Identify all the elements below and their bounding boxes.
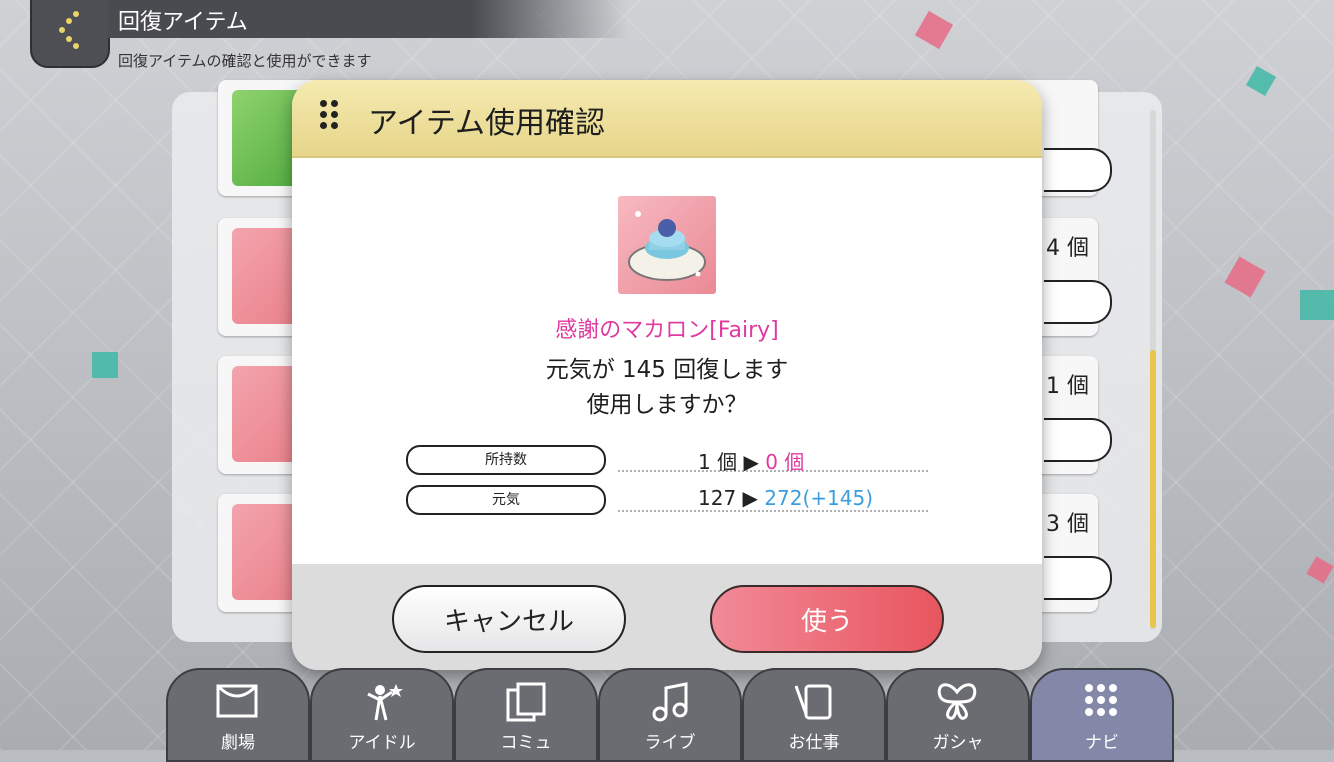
item-use-button[interactable] [1044, 418, 1112, 462]
confetti [92, 352, 118, 378]
item-count: 3 個 [1046, 512, 1089, 537]
item-use-button[interactable] [1044, 148, 1112, 192]
item-use-button[interactable] [1044, 280, 1112, 324]
nav-label: アイドル [348, 733, 416, 753]
page-subtitle: 回復アイテムの確認と使用ができます [118, 52, 372, 70]
item-count: 4 個 [1046, 236, 1089, 261]
nav-label: 劇場 [221, 733, 255, 753]
nav-tab-live[interactable]: ライブ [598, 668, 742, 762]
stat-label-stamina: 元気 [406, 485, 606, 515]
theater-icon [216, 684, 258, 718]
music-note-icon [652, 682, 688, 722]
stat-value-stamina: 127 ▶ 272(+145) [698, 486, 873, 510]
nav-label: コミュ [500, 733, 552, 753]
nav-label: ガシャ [932, 733, 984, 753]
macaron-item-icon [618, 196, 716, 294]
cancel-button[interactable]: キャンセル [392, 585, 626, 653]
butterfly-icon [937, 683, 977, 720]
dialog-title: アイテム使用確認 [368, 106, 605, 141]
dialog-header: アイテム使用確認 [292, 80, 1042, 158]
back-button[interactable] [30, 0, 110, 68]
nav-label: ナビ [1085, 733, 1119, 753]
page-title: 回復アイテム [118, 10, 248, 35]
grid-dots-icon [1085, 684, 1117, 716]
chevron-left-icon [59, 11, 79, 49]
scrollbar-thumb[interactable] [1150, 350, 1156, 628]
idol-icon [367, 684, 403, 721]
nav-tab-work[interactable]: お仕事 [742, 668, 886, 762]
confirm-question: 使用しますか？ [586, 392, 748, 418]
nav-tab-theater[interactable]: 劇場 [166, 668, 310, 762]
recover-message: 元気が 145 回復します [545, 357, 789, 383]
work-icon [794, 684, 832, 720]
item-count: 1 個 [1046, 374, 1089, 399]
stat-delta: (+145) [802, 486, 874, 510]
stat-value-owned: 1 個 ▶ 0 個 [698, 446, 804, 475]
stat-after: 0 個 [765, 450, 805, 474]
stat-after: 272 [764, 486, 803, 510]
stat-before: 127 ▶ [698, 486, 765, 510]
nav-label: ライブ [644, 733, 696, 753]
nav-tab-navi[interactable]: ナビ [1030, 668, 1174, 762]
confirm-dialog: アイテム使用確認 感謝のマカロン[Fairy] 元気が 145 回復します 使用… [292, 80, 1042, 670]
nav-tab-idol[interactable]: アイドル [310, 668, 454, 762]
item-name: 感謝のマカロン[Fairy] [555, 318, 779, 343]
confetti [1300, 290, 1334, 320]
dialog-footer: キャンセル 使う [292, 564, 1042, 670]
divider [618, 510, 928, 512]
use-button[interactable]: 使う [710, 585, 944, 653]
commu-icon [506, 682, 546, 722]
item-use-button[interactable] [1044, 556, 1112, 600]
nav-label: お仕事 [788, 733, 840, 753]
stat-label-owned: 所持数 [406, 445, 606, 475]
stat-before: 1 個 ▶ [698, 450, 766, 474]
menu-dots-icon [320, 100, 338, 140]
nav-tab-commu[interactable]: コミュ [454, 668, 598, 762]
nav-tab-gacha[interactable]: ガシャ [886, 668, 1030, 762]
